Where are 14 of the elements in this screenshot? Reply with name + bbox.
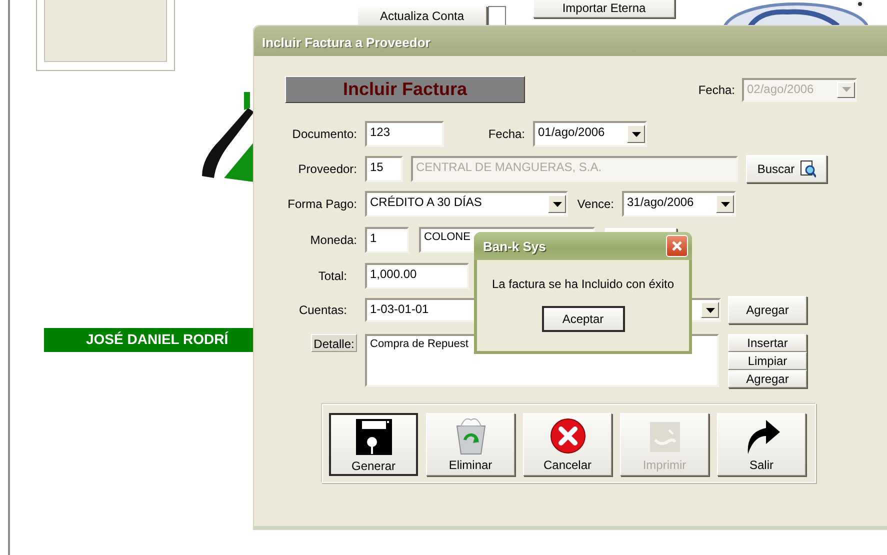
field-label: Moneda: <box>309 233 357 247</box>
field-label: Forma Pago: <box>286 197 357 211</box>
message-text: La factura se ha Incluido con éxito <box>490 277 676 291</box>
window-title: Incluir Factura a Proveedor <box>254 26 887 56</box>
field-label: Vence: <box>576 197 614 211</box>
field-label: Total: <box>317 269 347 283</box>
field-label: Fecha: <box>487 127 525 141</box>
field-label: Detalle: <box>311 334 357 352</box>
dialog-title: Ban-k Sys <box>483 238 547 254</box>
field-label: Cuentas: <box>298 303 347 317</box>
form-heading: Incluir Factura <box>285 76 525 103</box>
field-label: Proveedor: <box>297 162 357 176</box>
field-label: Documento: <box>291 127 357 141</box>
field-label: Fecha: <box>697 82 735 96</box>
